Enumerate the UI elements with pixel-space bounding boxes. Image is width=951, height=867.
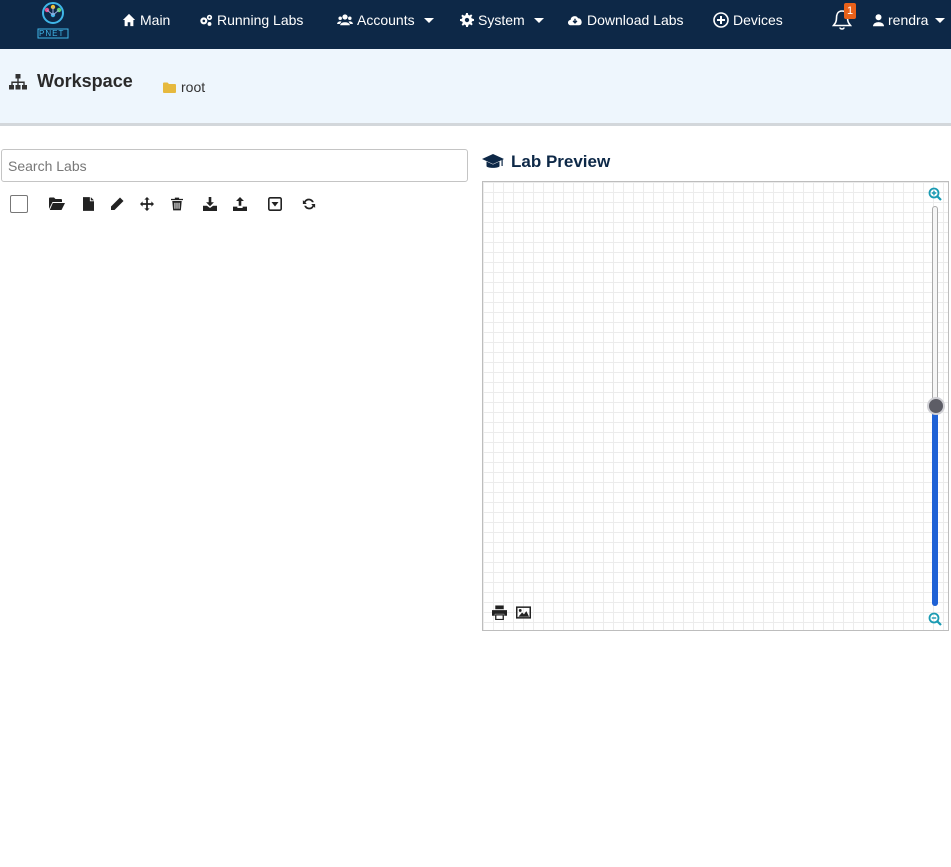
move-icon — [140, 197, 154, 211]
nav-main-label: Main — [140, 12, 171, 28]
home-icon — [122, 13, 136, 27]
zoom-in-icon — [928, 187, 942, 201]
rename-button[interactable] — [108, 195, 126, 213]
trash-icon — [171, 197, 183, 211]
nav-main[interactable]: Main — [122, 11, 170, 29]
nav-system[interactable]: System — [460, 11, 544, 29]
folder-open-icon — [49, 197, 65, 210]
user-menu[interactable]: rendra — [873, 11, 946, 29]
refresh-icon — [302, 198, 316, 210]
lab-preview-canvas[interactable] — [482, 181, 949, 631]
user-icon — [873, 14, 884, 27]
nav-running-labs-label: Running Labs — [217, 12, 304, 28]
zoom-out-button[interactable] — [928, 612, 942, 626]
sitemap-icon — [9, 73, 27, 89]
export-button[interactable] — [231, 195, 249, 213]
gear-icon — [460, 13, 474, 27]
zoom-slider-handle[interactable] — [927, 397, 945, 415]
nav-devices[interactable]: Devices — [713, 11, 783, 29]
nav-running-labs[interactable]: Running Labs — [199, 11, 303, 29]
select-dropdown-button[interactable] — [266, 195, 284, 213]
pencil-icon — [111, 197, 124, 210]
cloud-download-icon — [568, 16, 582, 26]
lab-preview-title-text: Lab Preview — [511, 152, 611, 171]
lab-preview-title: Lab Preview — [482, 152, 610, 172]
breadcrumb-root[interactable]: root — [163, 79, 205, 95]
chevron-down-icon — [423, 17, 434, 23]
gears-icon — [200, 14, 213, 26]
pnet-logo[interactable]: PNET — [33, 0, 73, 40]
nav-download-labs[interactable]: Download Labs — [567, 11, 684, 29]
top-navbar: PNET Main Running Labs Accounts System D… — [0, 0, 951, 49]
print-button[interactable] — [492, 605, 508, 621]
select-all-checkbox[interactable] — [10, 195, 28, 213]
nav-download-labs-label: Download Labs — [587, 12, 684, 28]
zoom-in-button[interactable] — [928, 187, 942, 201]
new-lab-button[interactable] — [79, 195, 97, 213]
select-dropdown-icon — [268, 197, 282, 211]
import-icon — [203, 197, 217, 211]
workspace-title-text: Workspace — [37, 71, 133, 91]
nav-accounts[interactable]: Accounts — [337, 11, 434, 29]
workspace-header: Workspace root — [0, 49, 951, 126]
export-icon — [233, 197, 247, 211]
users-icon — [337, 14, 353, 26]
refresh-button[interactable] — [300, 195, 318, 213]
print-icon — [492, 605, 507, 621]
folder-icon — [163, 82, 176, 93]
delete-button[interactable] — [168, 195, 186, 213]
search-labs-input[interactable] — [1, 149, 468, 182]
graduation-cap-icon — [482, 154, 504, 168]
zoom-slider-fill — [932, 406, 938, 606]
chevron-down-icon — [533, 17, 544, 23]
export-image-button[interactable] — [516, 605, 532, 621]
move-button[interactable] — [138, 195, 156, 213]
chevron-down-icon — [935, 17, 946, 23]
notification-badge: 1 — [844, 3, 856, 19]
user-name: rendra — [888, 12, 929, 28]
import-button[interactable] — [201, 195, 219, 213]
page-title: Workspace — [9, 71, 133, 92]
new-file-icon — [82, 197, 94, 211]
zoom-out-icon — [928, 612, 942, 626]
nav-devices-label: Devices — [733, 12, 783, 28]
logo-text: PNET — [39, 29, 65, 38]
nav-system-label: System — [478, 12, 525, 28]
breadcrumb-label: root — [181, 79, 206, 95]
nav-accounts-label: Accounts — [357, 12, 415, 28]
image-icon — [516, 606, 531, 619]
open-folder-button[interactable] — [48, 195, 66, 213]
plus-circle-icon — [713, 12, 729, 28]
